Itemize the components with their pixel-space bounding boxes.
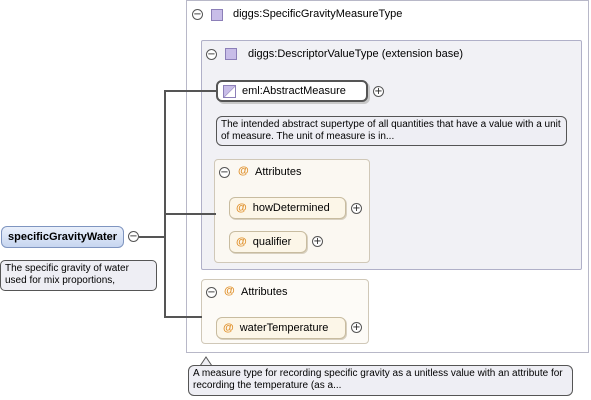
own-attributes-collapse-toggle[interactable]: − — [206, 287, 217, 298]
outer-type-name: diggs:SpecificGravityMeasureType — [233, 8, 403, 20]
extension-attributes-collapse-toggle[interactable]: − — [219, 167, 230, 178]
extension-attributes-label: Attributes — [255, 166, 302, 178]
connector-trunk — [164, 90, 166, 318]
outer-type-doc: A measure type for recording specific gr… — [188, 365, 573, 396]
connector-attributes — [164, 213, 216, 215]
extension-collapse-toggle[interactable]: − — [206, 49, 217, 60]
connector-own-attributes — [164, 316, 202, 318]
extension-name: diggs:DescriptorValueType (extension bas… — [248, 48, 464, 60]
howdetermined-expand-toggle[interactable]: + — [351, 203, 362, 214]
complex-type-icon — [225, 48, 237, 60]
attribute-icon: @ — [236, 236, 247, 248]
connector-root — [139, 236, 165, 238]
abstract-element-icon — [223, 84, 236, 98]
own-attributes-label: Attributes — [241, 286, 288, 298]
root-element-specificgravitywater[interactable]: specificGravityWater — [1, 226, 124, 248]
attribute-icon: @ — [223, 322, 234, 334]
outer-type-collapse-toggle[interactable]: − — [192, 9, 203, 20]
qualifier-expand-toggle[interactable]: + — [312, 236, 323, 247]
attribute-howdetermined[interactable]: @ howDetermined — [229, 197, 346, 219]
root-element-collapse-toggle[interactable]: − — [128, 231, 139, 242]
abstract-measure-expand-toggle[interactable]: + — [373, 86, 384, 97]
root-element-label: specificGravityWater — [8, 231, 118, 243]
attribute-icon: @ — [236, 202, 247, 214]
attribute-qualifier-label: qualifier — [252, 236, 292, 248]
attribute-howdetermined-label: howDetermined — [252, 202, 330, 214]
connector-abstract — [164, 90, 216, 92]
watertemperature-expand-toggle[interactable]: + — [351, 322, 362, 333]
attribute-qualifier[interactable]: @ qualifier — [229, 231, 307, 253]
abstract-measure-element[interactable]: eml:AbstractMeasure — [216, 80, 368, 102]
attribute-icon: @ — [224, 285, 235, 297]
attribute-icon: @ — [238, 165, 249, 177]
attribute-watertemperature-label: waterTemperature — [239, 322, 329, 334]
root-element-doc: The specific gravity of water used for m… — [0, 260, 157, 291]
complex-type-icon — [211, 9, 223, 21]
attribute-watertemperature[interactable]: @ waterTemperature — [216, 317, 346, 339]
abstract-measure-label: eml:AbstractMeasure — [242, 85, 346, 97]
abstract-measure-doc: The intended abstract supertype of all q… — [216, 116, 567, 146]
